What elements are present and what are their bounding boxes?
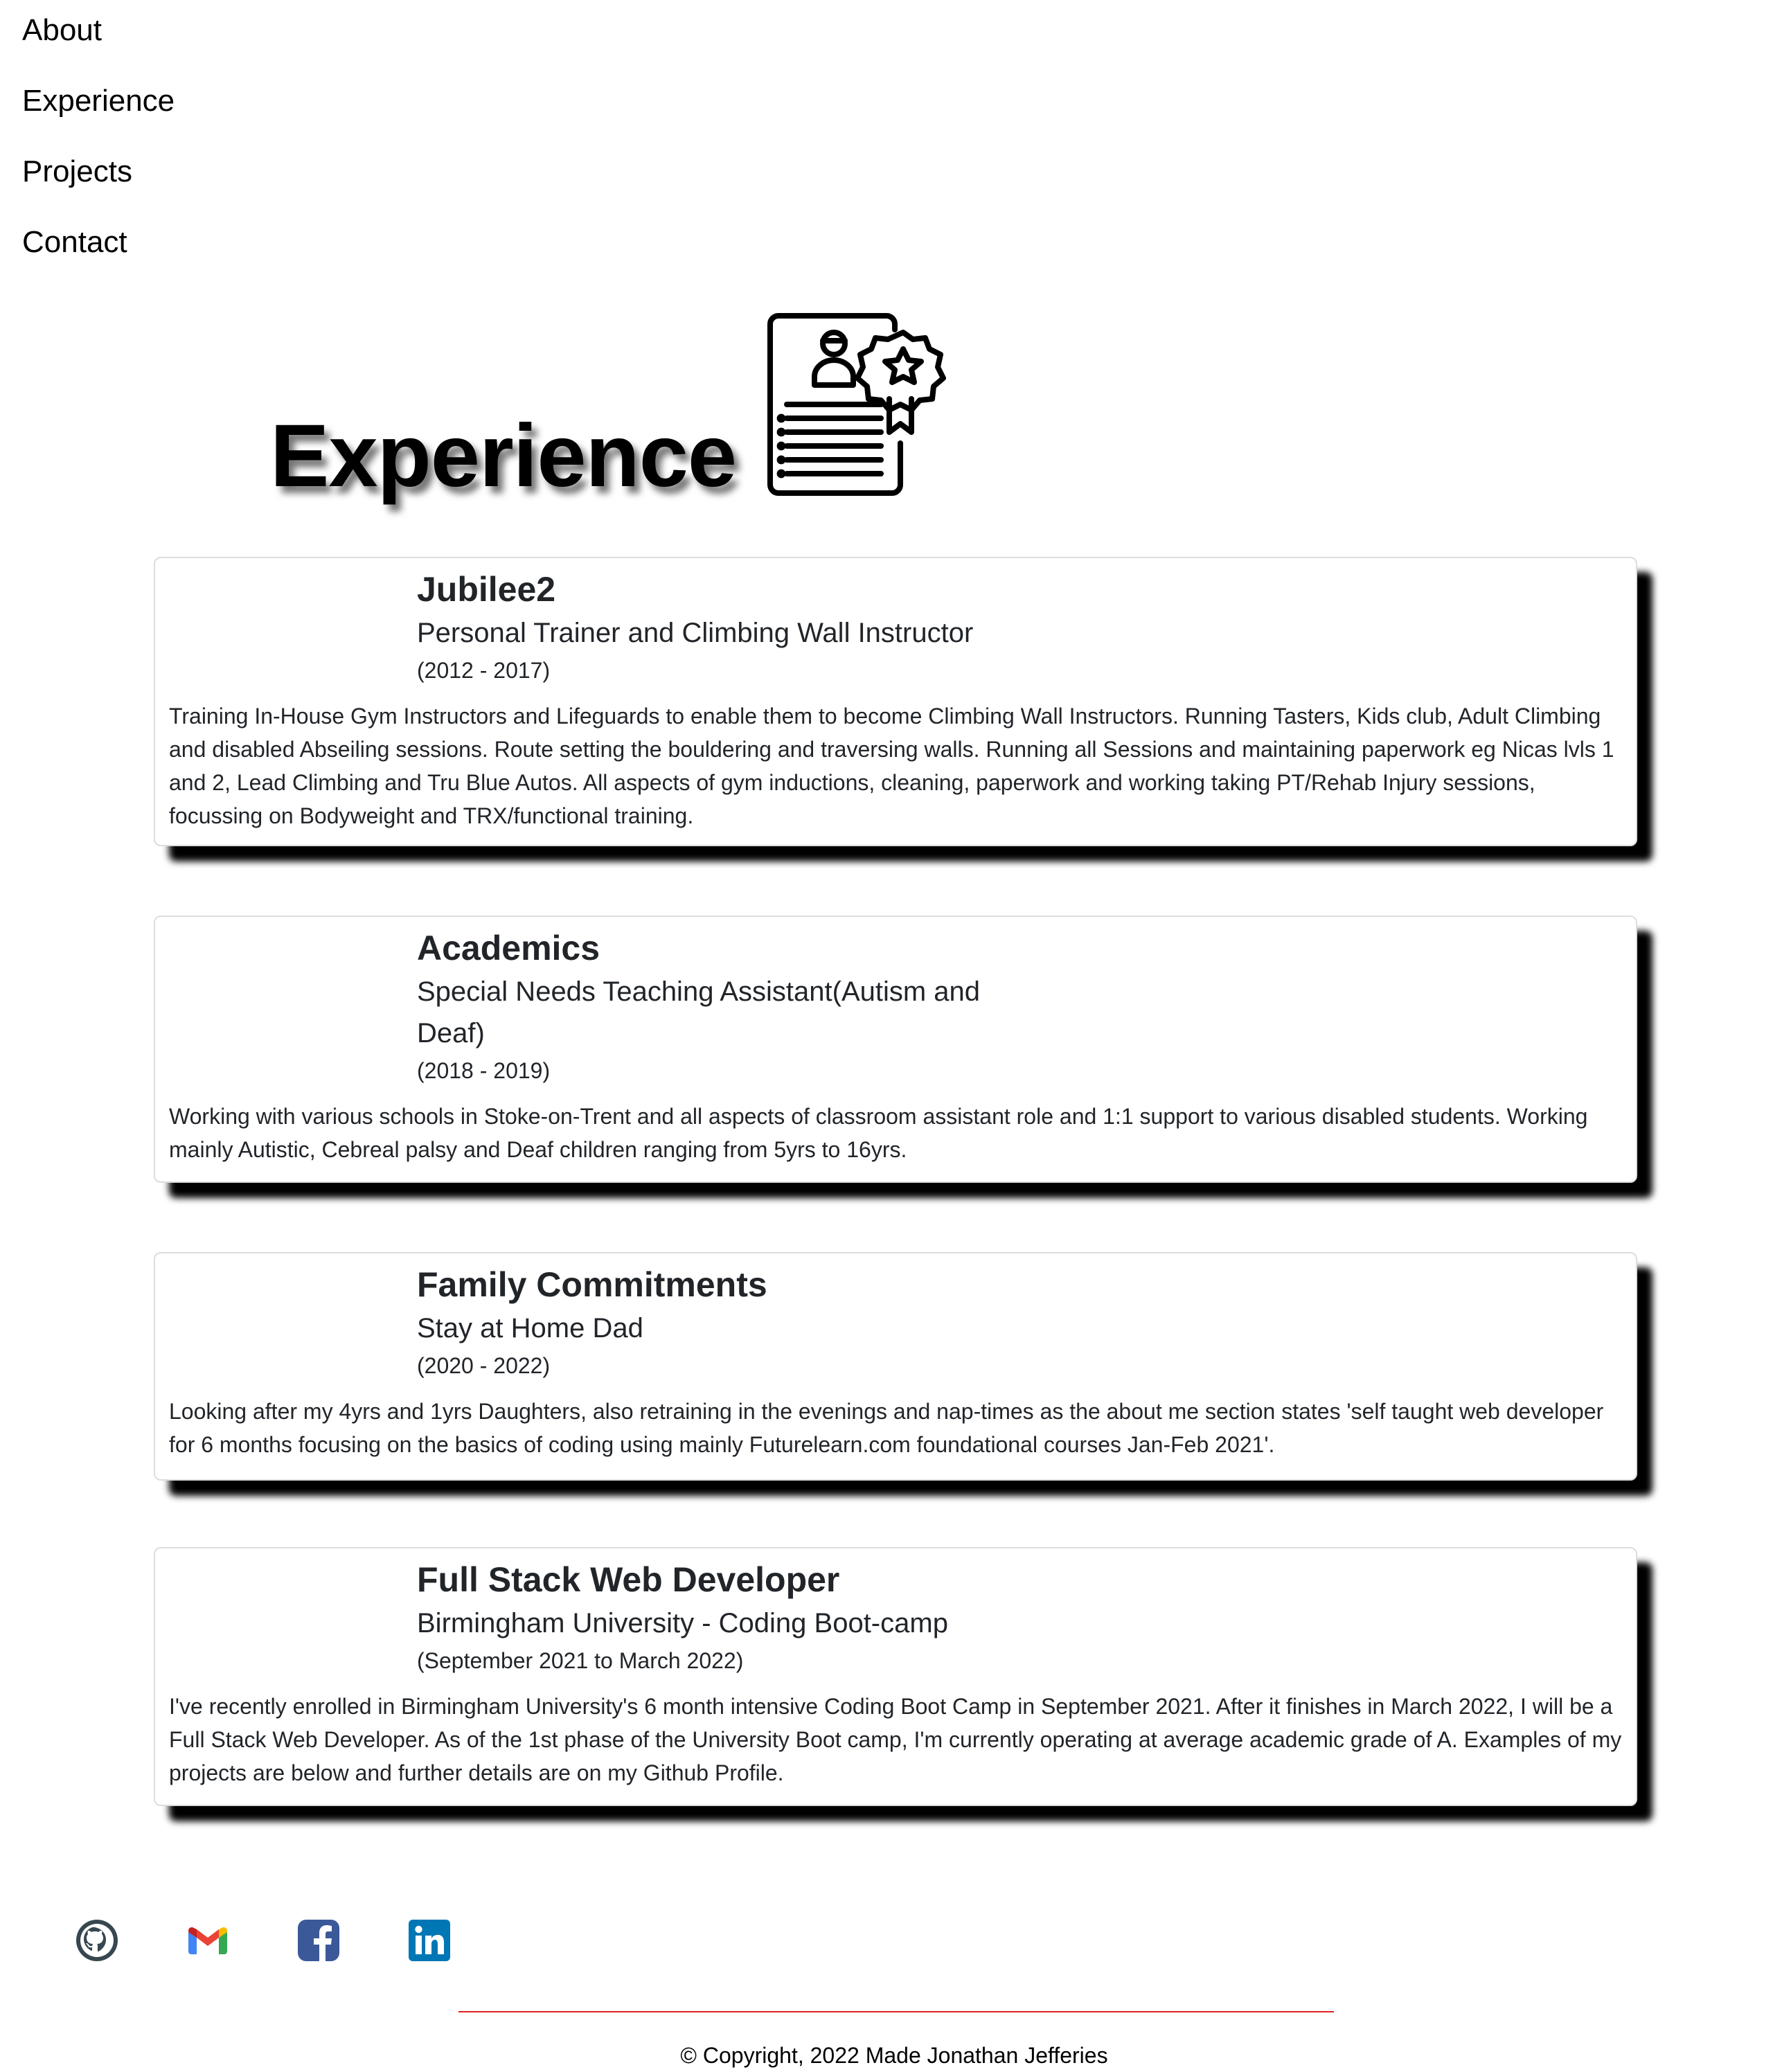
job-description: I've recently enrolled in Birmingham Uni…	[169, 1694, 1622, 1785]
gmail-link[interactable]	[186, 1918, 230, 1963]
footer-divider	[458, 2011, 1334, 2012]
social-links	[75, 1918, 452, 1963]
experience-card: Academics Special Needs Teaching Assista…	[154, 916, 1637, 1183]
card-header: Jubilee2 Personal Trainer and Climbing W…	[169, 568, 1622, 687]
company-name: Academics	[417, 929, 600, 967]
nav-link-projects[interactable]: Projects	[22, 154, 175, 190]
card-header: Family Commitments Stay at Home Dad (202…	[169, 1263, 1622, 1382]
facebook-link[interactable]	[296, 1918, 341, 1963]
job-role: Stay at Home Dad	[417, 1313, 643, 1343]
company-name: Full Stack Web Developer	[417, 1560, 840, 1599]
experience-card: Family Commitments Stay at Home Dad (202…	[154, 1252, 1637, 1481]
nav-link-contact[interactable]: Contact	[22, 224, 175, 260]
experience-card: Jubilee2 Personal Trainer and Climbing W…	[154, 557, 1637, 846]
nav-link-experience[interactable]: Experience	[22, 83, 175, 119]
main-nav: About Experience Projects Contact	[22, 12, 175, 295]
card-header: Full Stack Web Developer Birmingham Univ…	[169, 1558, 1622, 1677]
experience-card: Full Stack Web Developer Birmingham Univ…	[154, 1547, 1637, 1806]
nav-link-about[interactable]: About	[22, 12, 175, 48]
job-role: Birmingham University - Coding Boot-camp	[417, 1608, 948, 1638]
job-dates: (September 2021 to March 2022)	[417, 1648, 744, 1673]
card-header: Academics Special Needs Teaching Assista…	[169, 927, 1622, 1087]
certificate-award-icon	[767, 313, 946, 496]
experience-heading: Experience	[270, 406, 737, 506]
job-dates: (2020 - 2022)	[417, 1353, 551, 1378]
job-description: Working with various schools in Stoke-on…	[169, 1104, 1588, 1162]
company-name: Jubilee2	[417, 570, 556, 609]
job-description: Looking after my 4yrs and 1yrs Daughters…	[169, 1399, 1604, 1457]
copyright-text: © Copyright, 2022 Made Jonathan Jefferie…	[680, 2043, 1108, 2068]
job-role: Personal Trainer and Climbing Wall Instr…	[417, 618, 974, 648]
github-link[interactable]	[75, 1918, 119, 1963]
company-name: Family Commitments	[417, 1265, 767, 1304]
job-role: Special Needs Teaching Assistant(Autism …	[417, 976, 981, 1048]
facebook-icon	[298, 1920, 339, 1961]
job-dates: (2012 - 2017)	[417, 658, 551, 683]
linkedin-link[interactable]	[407, 1918, 452, 1963]
gmail-icon	[188, 1927, 227, 1954]
github-icon	[76, 1920, 118, 1961]
linkedin-icon	[409, 1920, 450, 1961]
job-dates: (2018 - 2019)	[417, 1058, 551, 1083]
job-description: Training In-House Gym Instructors and Li…	[169, 704, 1614, 828]
